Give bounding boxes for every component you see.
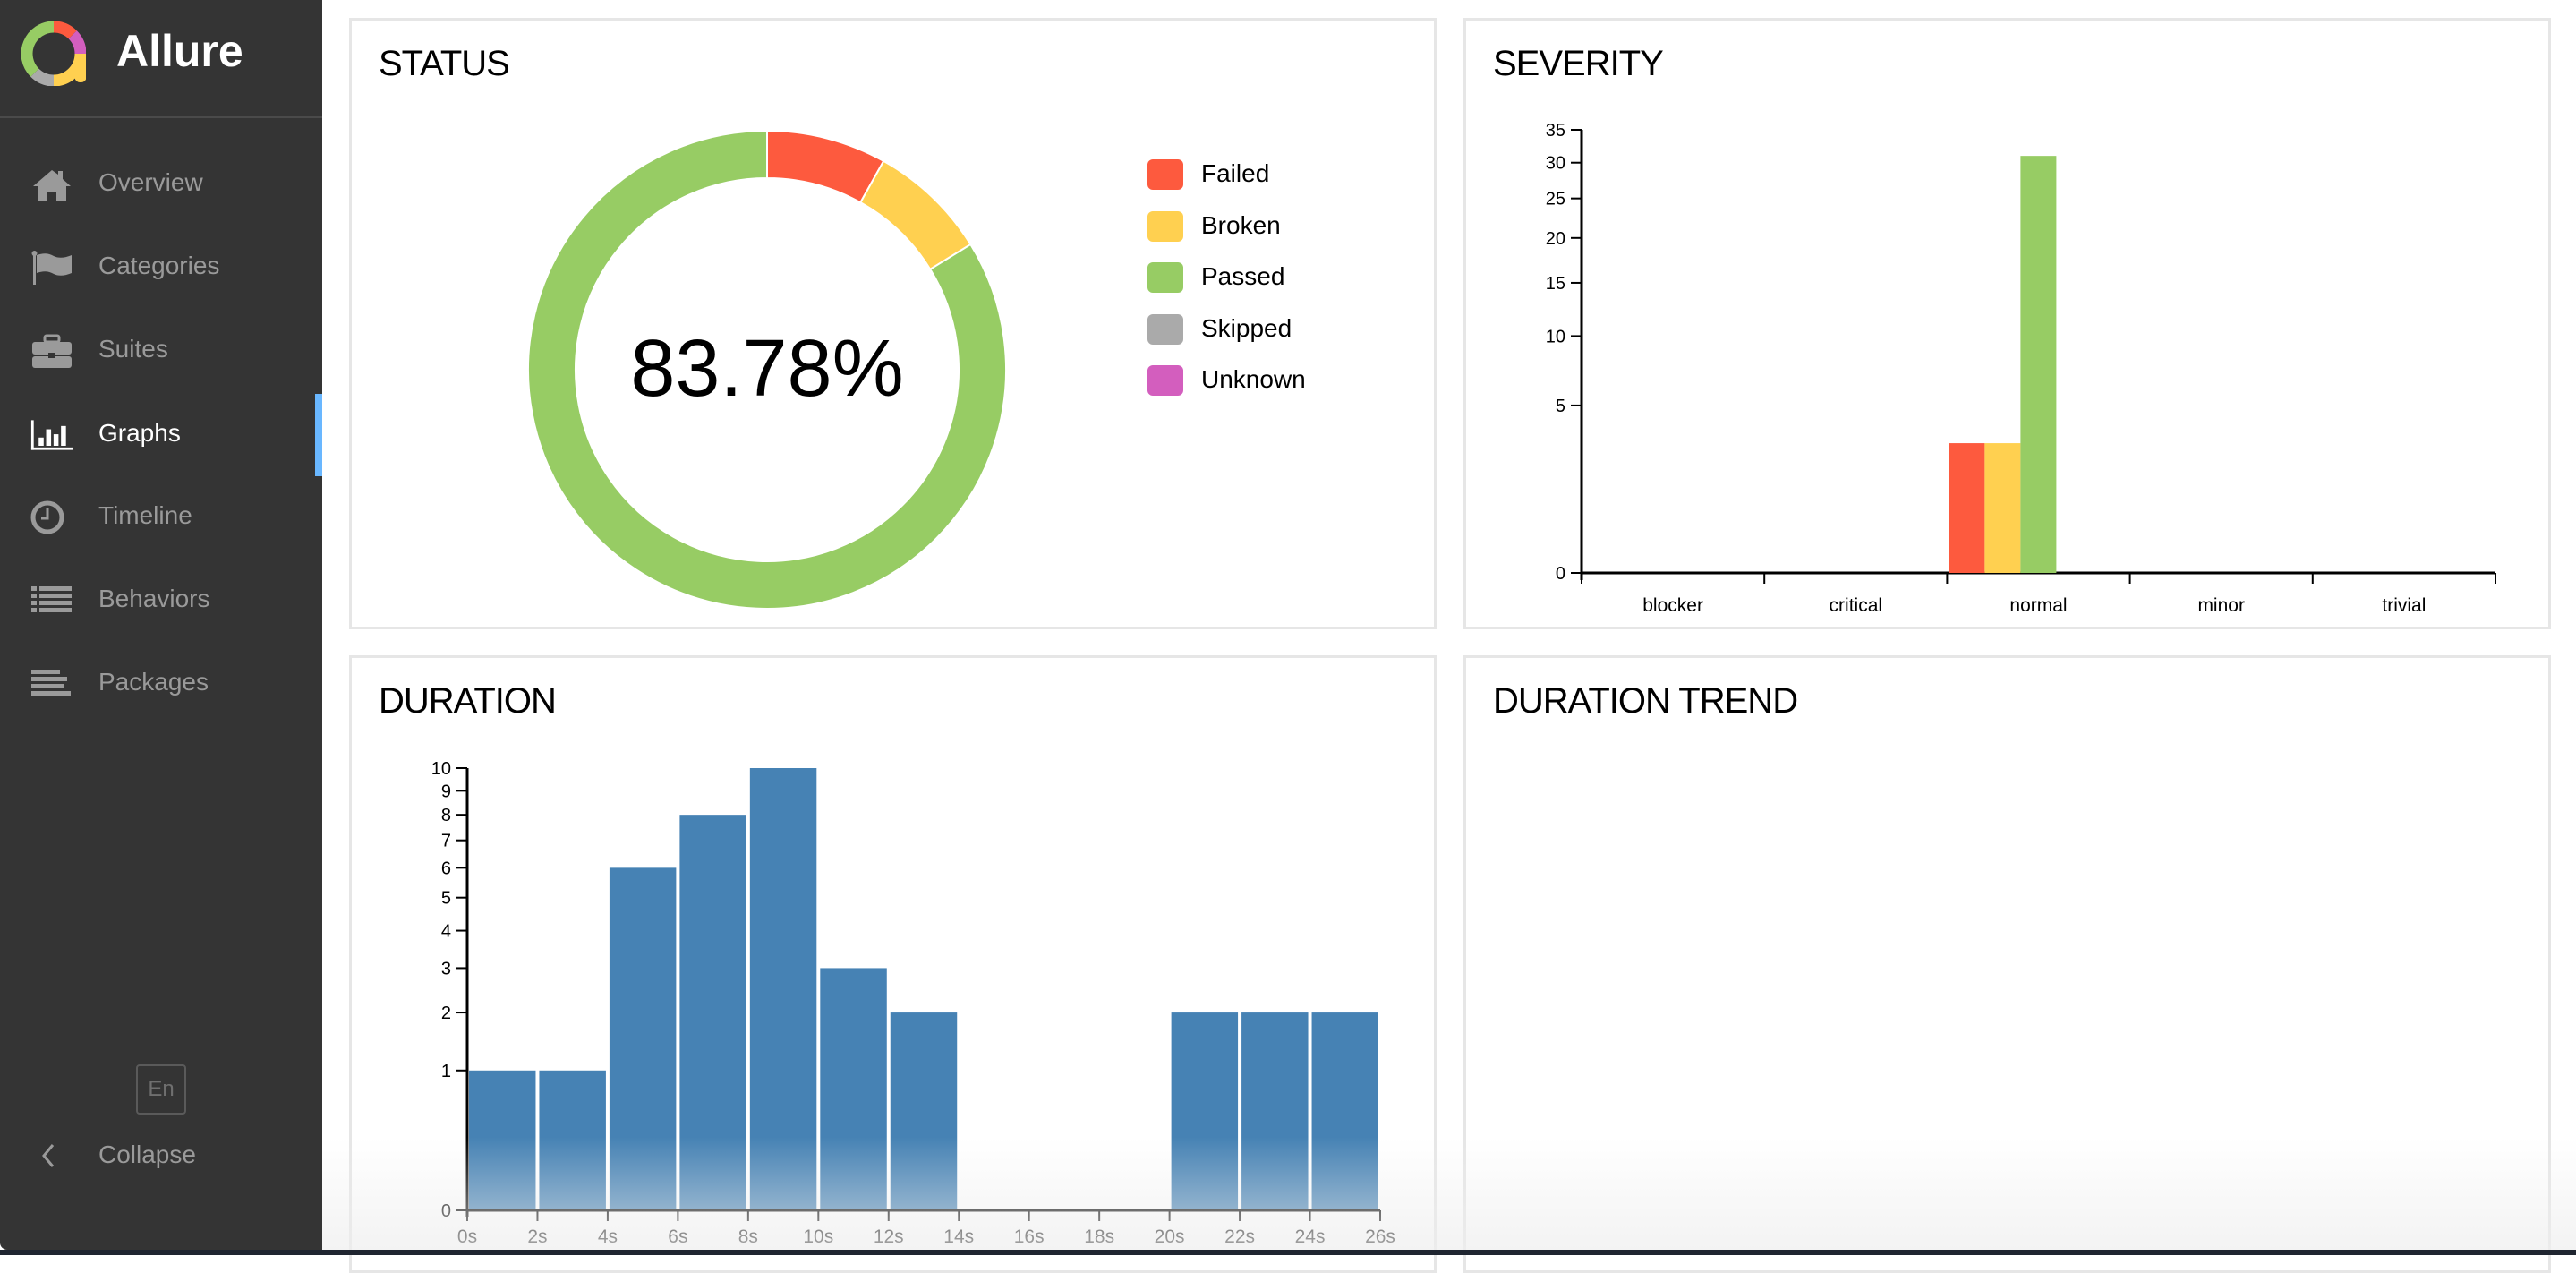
y-tick-label: 5 — [1556, 397, 1565, 416]
duration-bar-8s-10s[interactable] — [749, 768, 817, 1210]
duration-bar-2s-4s[interactable] — [539, 1070, 606, 1210]
sidebar-item-label: Packages — [98, 668, 209, 696]
clock-icon — [30, 500, 64, 534]
x-tick-label: 6s — [668, 1226, 687, 1247]
duration-bar-12s-14s[interactable] — [890, 1012, 958, 1210]
y-tick-label: 20 — [1546, 229, 1565, 249]
x-tick-label: 8s — [738, 1226, 758, 1247]
sidebar-item-label: Categories — [98, 252, 220, 279]
language-button[interactable]: En — [136, 1064, 186, 1115]
duration-bar-22s-24s[interactable] — [1241, 1012, 1309, 1210]
x-tick-label: normal — [2009, 595, 2067, 616]
align-left-icon — [31, 670, 71, 696]
chevron-left-icon — [42, 1144, 55, 1167]
x-tick-label: 20s — [1155, 1226, 1185, 1247]
sidebar-item-label: Behaviors — [98, 585, 210, 612]
duration-bar-20s-22s[interactable] — [1171, 1012, 1239, 1210]
brand-name: Allure — [116, 26, 243, 76]
x-tick-label: 26s — [1365, 1226, 1395, 1247]
legend-swatch — [1147, 210, 1183, 242]
legend-label: Passed — [1201, 262, 1285, 290]
sidebar-item-label: Suites — [98, 335, 168, 363]
x-tick-label: 0s — [457, 1226, 477, 1247]
legend-label: Broken — [1201, 210, 1281, 239]
card-title: DURATION TREND — [1493, 681, 1798, 721]
x-tick-label: 14s — [943, 1226, 974, 1247]
x-tick-label: 18s — [1084, 1226, 1114, 1247]
legend-label: Failed — [1201, 159, 1270, 187]
flag-icon — [31, 251, 72, 285]
duration-bar-0s-2s[interactable] — [469, 1070, 536, 1210]
x-tick-label: 22s — [1224, 1226, 1255, 1247]
y-tick-label: 9 — [441, 782, 451, 801]
severity-bar-chart: 0 5 10 15 20 25 30 35 blocker critical normal minor… — [1546, 121, 2496, 616]
list-icon — [31, 586, 72, 612]
y-tick-label: 6 — [441, 859, 451, 878]
severity-bar-normal-failed[interactable] — [1949, 443, 1985, 573]
y-tick-label: 0 — [441, 1201, 451, 1221]
y-tick-label: 35 — [1546, 121, 1565, 141]
sidebar-item-behaviors[interactable]: Behaviors — [0, 560, 322, 642]
sidebar-item-label: Timeline — [98, 501, 192, 529]
home-icon — [33, 170, 71, 201]
sidebar-item-label: Graphs — [98, 419, 181, 447]
y-tick-label: 7 — [441, 832, 451, 851]
duration-bar-10s-12s[interactable] — [820, 968, 887, 1210]
sidebar-item-timeline[interactable]: Timeline — [0, 476, 322, 559]
x-tick-label: 12s — [874, 1226, 904, 1247]
duration-bar-4s-6s[interactable] — [609, 867, 677, 1210]
bar-chart-icon — [30, 420, 73, 450]
legend-swatch — [1147, 365, 1183, 396]
y-tick-label: 1 — [441, 1062, 451, 1081]
sidebar-item-label: Overview — [98, 168, 203, 196]
x-tick-label: 10s — [803, 1226, 833, 1247]
x-tick-label: 16s — [1014, 1226, 1045, 1247]
sidebar: Allure Overview Categories Suites Graphs… — [0, 0, 322, 1250]
status-slice-broken[interactable] — [859, 159, 972, 271]
active-indicator — [315, 394, 322, 476]
y-tick-label: 3 — [441, 959, 451, 978]
briefcase-icon — [32, 334, 72, 368]
duration-histogram: 0 1 2 3 4 5 6 7 8 9 10 0s 2s 4s 6s 8s 10s 12s 14s 16s 18s 20s… — [431, 759, 1395, 1247]
legend-swatch — [1147, 159, 1183, 190]
y-tick-label: 30 — [1546, 154, 1565, 174]
x-tick-label: 24s — [1295, 1226, 1326, 1247]
taskbar — [0, 1250, 2576, 1255]
y-tick-label: 10 — [1546, 327, 1565, 346]
x-tick-label: trivial — [2382, 595, 2426, 616]
duration-bar-6s-8s[interactable] — [679, 815, 746, 1210]
legend-swatch — [1147, 262, 1183, 293]
duration-bar-24s-26s[interactable] — [1311, 1012, 1378, 1210]
brand[interactable]: Allure — [0, 0, 322, 118]
sidebar-item-categories[interactable]: Categories — [0, 226, 322, 309]
x-tick-label: 2s — [527, 1226, 547, 1247]
duration-trend-card: DURATION TREND — [1463, 655, 2551, 1273]
y-tick-label: 4 — [441, 922, 451, 942]
legend-label: Skipped — [1201, 313, 1292, 342]
y-tick-label: 10 — [431, 759, 451, 779]
sidebar-item-packages[interactable]: Packages — [0, 643, 322, 725]
legend-label: Unknown — [1201, 365, 1306, 393]
severity-bar-normal-passed[interactable] — [2020, 156, 2057, 573]
sidebar-item-graphs[interactable]: Graphs — [0, 394, 322, 476]
x-tick-label: minor — [2197, 595, 2245, 616]
status-center-label: 83.78% — [630, 324, 903, 414]
severity-bar-normal-broken[interactable] — [1984, 443, 2021, 573]
x-tick-label: 4s — [598, 1226, 618, 1247]
x-tick-label: critical — [1830, 595, 1883, 616]
collapse-button[interactable]: Collapse — [0, 1130, 322, 1180]
collapse-label: Collapse — [98, 1141, 196, 1168]
legend-swatch — [1147, 313, 1183, 345]
y-tick-label: 0 — [1556, 564, 1565, 584]
x-tick-label: blocker — [1642, 595, 1703, 616]
y-tick-label: 25 — [1546, 190, 1565, 209]
sidebar-item-suites[interactable]: Suites — [0, 310, 322, 392]
allure-logo-icon — [21, 21, 86, 86]
y-tick-label: 2 — [441, 1004, 451, 1023]
y-tick-label: 5 — [441, 889, 451, 909]
y-tick-label: 15 — [1546, 274, 1565, 294]
y-tick-label: 8 — [441, 806, 451, 825]
sidebar-item-overview[interactable]: Overview — [0, 143, 322, 226]
